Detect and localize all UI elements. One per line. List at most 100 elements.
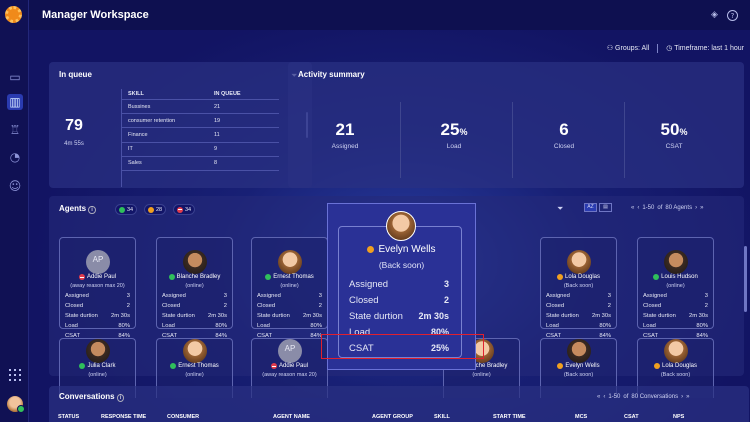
col-agent-name[interactable]: AGENT NAME: [273, 414, 310, 420]
popup-avatar: [386, 211, 416, 241]
prev-page-icon[interactable]: ‹: [637, 205, 639, 211]
agent-status: (away reason max 20): [262, 372, 317, 378]
table-row[interactable]: Sales 8: [122, 157, 279, 171]
agent-status: (Back soon): [660, 372, 691, 378]
prev-page-icon[interactable]: ‹: [603, 394, 605, 400]
queue-table: SKILL IN QUEUE Bussines 21 consumer retent…: [121, 89, 279, 187]
agents-filter-icon[interactable]: ⏷: [557, 205, 565, 213]
agent-metrics: Assigned3 Closed2 State durtion2m 30s Lo…: [162, 293, 227, 339]
agent-card[interactable]: AP Addie Paul (away reason max 20) Assig…: [59, 237, 136, 339]
activity-summary-card: Activity summary 21 Assigned 25% Load 6 Clo…: [288, 62, 744, 188]
help-icon[interactable]: ?: [727, 10, 738, 21]
table-row[interactable]: IT 9: [122, 143, 279, 157]
agent-name: Louis Hudson: [638, 274, 713, 280]
col-csat[interactable]: CSAT: [624, 414, 639, 420]
col-response-time[interactable]: RESPONSE TIME: [101, 414, 146, 420]
col-consumer[interactable]: CONSUMER: [167, 414, 199, 420]
agent-card[interactable]: Blanche Bradley (online) Assigned 3 Close…: [156, 237, 233, 339]
agents-scrollbar[interactable]: [744, 246, 747, 312]
agent-avatar: [567, 250, 591, 274]
filters-bar: ⚇ Groups: All ◷ Timeframe: last 1 hour: [607, 44, 744, 53]
apps-grid-icon[interactable]: [9, 369, 21, 381]
col-skill[interactable]: SKILL: [434, 414, 450, 420]
col-agent-group[interactable]: AGENT GROUP: [372, 414, 413, 420]
agent-avatar: [278, 250, 302, 274]
agent-avatar: AP: [86, 250, 110, 274]
next-page-icon[interactable]: ›: [681, 394, 683, 400]
stat-closed: 6 Closed: [553, 120, 575, 150]
table-view-icon[interactable]: ▤: [599, 203, 612, 212]
stat-load: 25% Load: [440, 120, 468, 150]
agent-avatar: [664, 250, 688, 274]
first-page-icon[interactable]: «: [597, 394, 600, 400]
agents-title: Agents i: [59, 204, 96, 214]
agent-avatar: [183, 250, 207, 274]
gauge-icon[interactable]: ◔: [7, 149, 23, 165]
page-title: Manager Workspace: [42, 9, 149, 21]
agent-card[interactable]: Ernest Thomas (online) Assigned 3 Closed 2…: [251, 237, 328, 339]
col-status[interactable]: STATUS: [58, 414, 79, 420]
queue-wait-time: 4m 55s: [64, 141, 84, 147]
agent-card[interactable]: Louis Hudson (online) Assigned 3 Closed 2 …: [637, 237, 714, 339]
avatar[interactable]: [7, 396, 25, 413]
agent-name: Lola Douglas: [638, 363, 713, 369]
csat-highlight-box: [321, 334, 484, 359]
online-count-badge[interactable]: 34: [115, 204, 138, 215]
back-soon-count-badge[interactable]: 28: [144, 204, 167, 215]
agent-name: Lola Douglas: [541, 274, 616, 280]
agent-name: Julia Clark: [60, 363, 135, 369]
trophy-icon[interactable]: ♖: [7, 122, 23, 138]
stat-assigned: 21 Assigned: [331, 120, 359, 150]
in-queue-title: In queue: [59, 70, 92, 79]
popup-closed: Closed 2: [349, 295, 449, 306]
col-mcs[interactable]: MCS: [575, 414, 587, 420]
groups-filter[interactable]: ⚇ Groups: All: [607, 44, 649, 53]
last-page-icon[interactable]: »: [700, 205, 703, 211]
agent-name: Blanche Bradley: [157, 274, 232, 280]
analytics-icon[interactable]: ▥: [7, 94, 23, 110]
view-az-button[interactable]: AZ: [584, 203, 597, 212]
agent-status: (online): [280, 283, 299, 289]
agent-avatar: [183, 339, 207, 363]
agent-status: (online): [185, 372, 204, 378]
agent-status: (Back soon): [563, 283, 594, 289]
popup-assigned: Assigned 3: [349, 279, 449, 290]
col-start-time[interactable]: START TIME: [493, 414, 526, 420]
queue-table-header: SKILL IN QUEUE: [122, 89, 279, 100]
activity-title: Activity summary: [298, 70, 365, 79]
conversations-pager: «‹ 1-50 of 80 Conversations ›»: [597, 394, 690, 400]
agents-pager: «‹ 1-50 of 80 Agents ›»: [631, 205, 704, 211]
away-count-badge[interactable]: 34: [173, 204, 196, 215]
next-page-icon[interactable]: ›: [695, 205, 697, 211]
agent-card[interactable]: Lola Douglas (Back soon) Assigned 3 Close…: [540, 237, 617, 339]
first-page-icon[interactable]: «: [631, 205, 634, 211]
agent-avatar: [86, 339, 110, 363]
agent-status: (online): [185, 283, 204, 289]
user-circle-icon[interactable]: ☺: [7, 178, 23, 194]
agent-metrics: Assigned3 Closed2 State durtion2m 30s Lo…: [546, 293, 611, 339]
agent-avatar: [567, 339, 591, 363]
agent-status: (Back soon): [563, 372, 594, 378]
queue-total: 79 4m 55s: [59, 117, 89, 147]
popup-status: (Back soon): [378, 260, 425, 270]
agent-name: Addie Paul: [60, 274, 135, 280]
stat-csat: 50% CSAT: [660, 120, 688, 150]
top-bar: Manager Workspace ◈ ?: [29, 0, 750, 30]
chat-icon[interactable]: ▭: [7, 69, 23, 85]
table-row[interactable]: Bussines 21: [122, 100, 279, 115]
conversations-card: Conversations i «‹ 1-50 of 80 Conversation…: [49, 386, 749, 422]
popup-name: Evelyn Wells: [328, 244, 475, 255]
conversations-title: Conversations i: [59, 392, 125, 402]
agent-metrics: Assigned3 Closed2 State durtion2m 30s Lo…: [643, 293, 708, 339]
agent-status: (online): [88, 372, 107, 378]
table-row[interactable]: Finance 11: [122, 128, 279, 143]
brand-logo: [5, 6, 22, 23]
table-row[interactable]: consumer retention 19: [122, 114, 279, 129]
last-page-icon[interactable]: »: [686, 394, 689, 400]
agent-name: Addie Paul: [252, 363, 327, 369]
agent-name: Ernest Thomas: [157, 363, 232, 369]
in-queue-card: In queue ⏷ 79 4m 55s SKILLIN QUEUE Bussi…: [49, 62, 312, 188]
layers-icon[interactable]: ◈: [709, 10, 720, 21]
col-nps[interactable]: NPS: [673, 414, 684, 420]
timeframe-filter[interactable]: ◷ Timeframe: last 1 hour: [666, 44, 744, 53]
